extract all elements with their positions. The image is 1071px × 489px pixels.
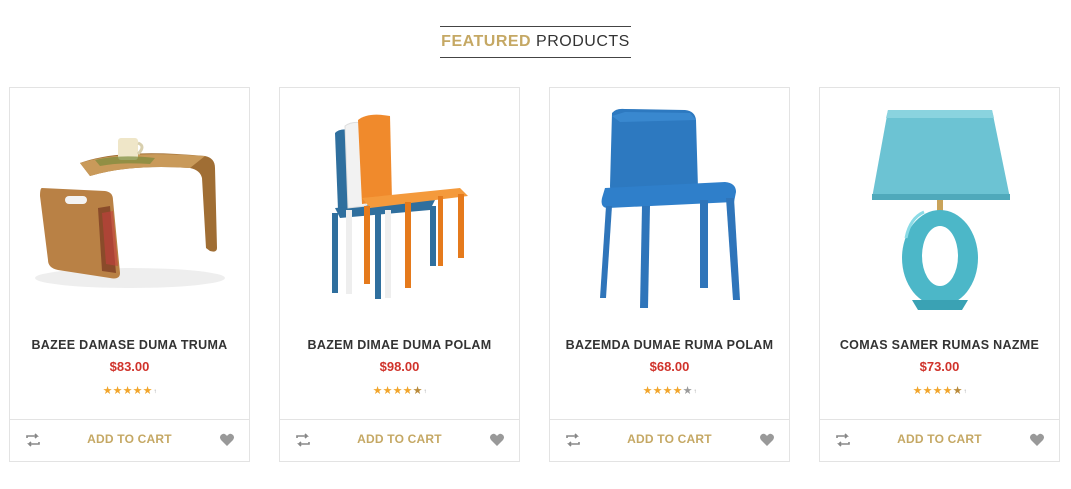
product-rating: ★★★★★↑ — [820, 385, 1059, 398]
star-icon: ★ — [912, 385, 923, 397]
add-to-cart-label[interactable]: ADD TO CART — [87, 432, 172, 446]
star-icon: ★ — [122, 385, 133, 397]
star-icon: ★ — [922, 385, 933, 397]
heart-icon[interactable] — [489, 432, 505, 448]
star-half-icon: ★ — [412, 385, 423, 397]
heart-icon[interactable] — [219, 432, 235, 448]
star-icon: ★ — [662, 385, 673, 397]
product-title[interactable]: BAZEM DIMAE DUMA POLAM — [280, 338, 519, 352]
product-image[interactable] — [10, 88, 249, 318]
add-to-cart-label[interactable]: ADD TO CART — [897, 432, 982, 446]
product-actions: ADD TO CART — [280, 419, 519, 461]
rating-count-mark: ↑ — [423, 389, 427, 395]
product-card[interactable]: BAZEM DIMAE DUMA POLAM $98.00 ★★★★★↑ ADD… — [279, 87, 520, 462]
product-card[interactable]: BAZEE DAMASE DUMA TRUMA $83.00 ★★★★★↑ AD… — [9, 87, 250, 462]
product-image[interactable] — [820, 88, 1059, 318]
heart-icon[interactable] — [759, 432, 775, 448]
heart-icon[interactable] — [1029, 432, 1045, 448]
product-card[interactable]: COMAS SAMER RUMAS NAZME $73.00 ★★★★★↑ AD… — [819, 87, 1060, 462]
section-heading-rest: PRODUCTS — [536, 33, 630, 50]
add-to-cart-button[interactable]: ADD TO CART — [820, 432, 1059, 446]
star-icon: ★ — [102, 385, 113, 397]
rating-count-mark: ↑ — [963, 389, 967, 395]
stacked-chairs-image — [332, 114, 468, 299]
star-icon: ★ — [132, 385, 143, 397]
rating-count-mark: ↑ — [693, 389, 697, 395]
add-to-cart-button[interactable]: ADD TO CART — [280, 432, 519, 446]
product-image[interactable] — [280, 88, 519, 318]
product-card[interactable]: BAZEMDA DUMAE RUMA POLAM $68.00 ★★★★★↑ A… — [549, 87, 790, 462]
product-title[interactable]: BAZEE DAMASE DUMA TRUMA — [10, 338, 249, 352]
star-icon: ★ — [112, 385, 123, 397]
add-to-cart-button[interactable]: ADD TO CART — [550, 432, 789, 446]
product-rating: ★★★★★↑ — [550, 385, 789, 398]
star-empty-icon: ★ — [682, 385, 693, 397]
product-actions: ADD TO CART — [550, 419, 789, 461]
section-heading-accent: FEATURED — [441, 33, 532, 50]
star-icon: ★ — [142, 385, 153, 397]
product-rating: ★★★★★↑ — [280, 385, 519, 398]
blue-chair-image — [600, 108, 740, 308]
product-price: $83.00 — [109, 359, 150, 374]
product-actions: ADD TO CART — [10, 419, 249, 461]
turquoise-lamp-image — [872, 110, 1010, 310]
section-heading: FEATURED PRODUCTS — [440, 26, 631, 58]
star-half-icon: ★ — [952, 385, 963, 397]
section-heading-wrap: FEATURED PRODUCTS — [0, 26, 1071, 58]
star-icon: ★ — [942, 385, 953, 397]
product-image[interactable] — [550, 88, 789, 318]
product-title[interactable]: BAZEMDA DUMAE RUMA POLAM — [550, 338, 789, 352]
product-title[interactable]: COMAS SAMER RUMAS NAZME — [820, 338, 1059, 352]
star-icon: ★ — [672, 385, 683, 397]
star-icon: ★ — [652, 385, 663, 397]
product-price: $73.00 — [919, 359, 960, 374]
product-price: $98.00 — [379, 359, 420, 374]
star-icon: ★ — [372, 385, 383, 397]
star-icon: ★ — [932, 385, 943, 397]
star-icon: ★ — [392, 385, 403, 397]
product-actions: ADD TO CART — [820, 419, 1059, 461]
add-to-cart-button[interactable]: ADD TO CART — [10, 432, 249, 446]
product-rating: ★★★★★↑ — [10, 385, 249, 398]
star-icon: ★ — [382, 385, 393, 397]
add-to-cart-label[interactable]: ADD TO CART — [357, 432, 442, 446]
product-price: $68.00 — [649, 359, 690, 374]
rating-count-mark: ↑ — [153, 389, 157, 395]
add-to-cart-label[interactable]: ADD TO CART — [627, 432, 712, 446]
star-icon: ★ — [642, 385, 653, 397]
wooden-side-table-image — [35, 138, 225, 288]
star-icon: ★ — [402, 385, 413, 397]
